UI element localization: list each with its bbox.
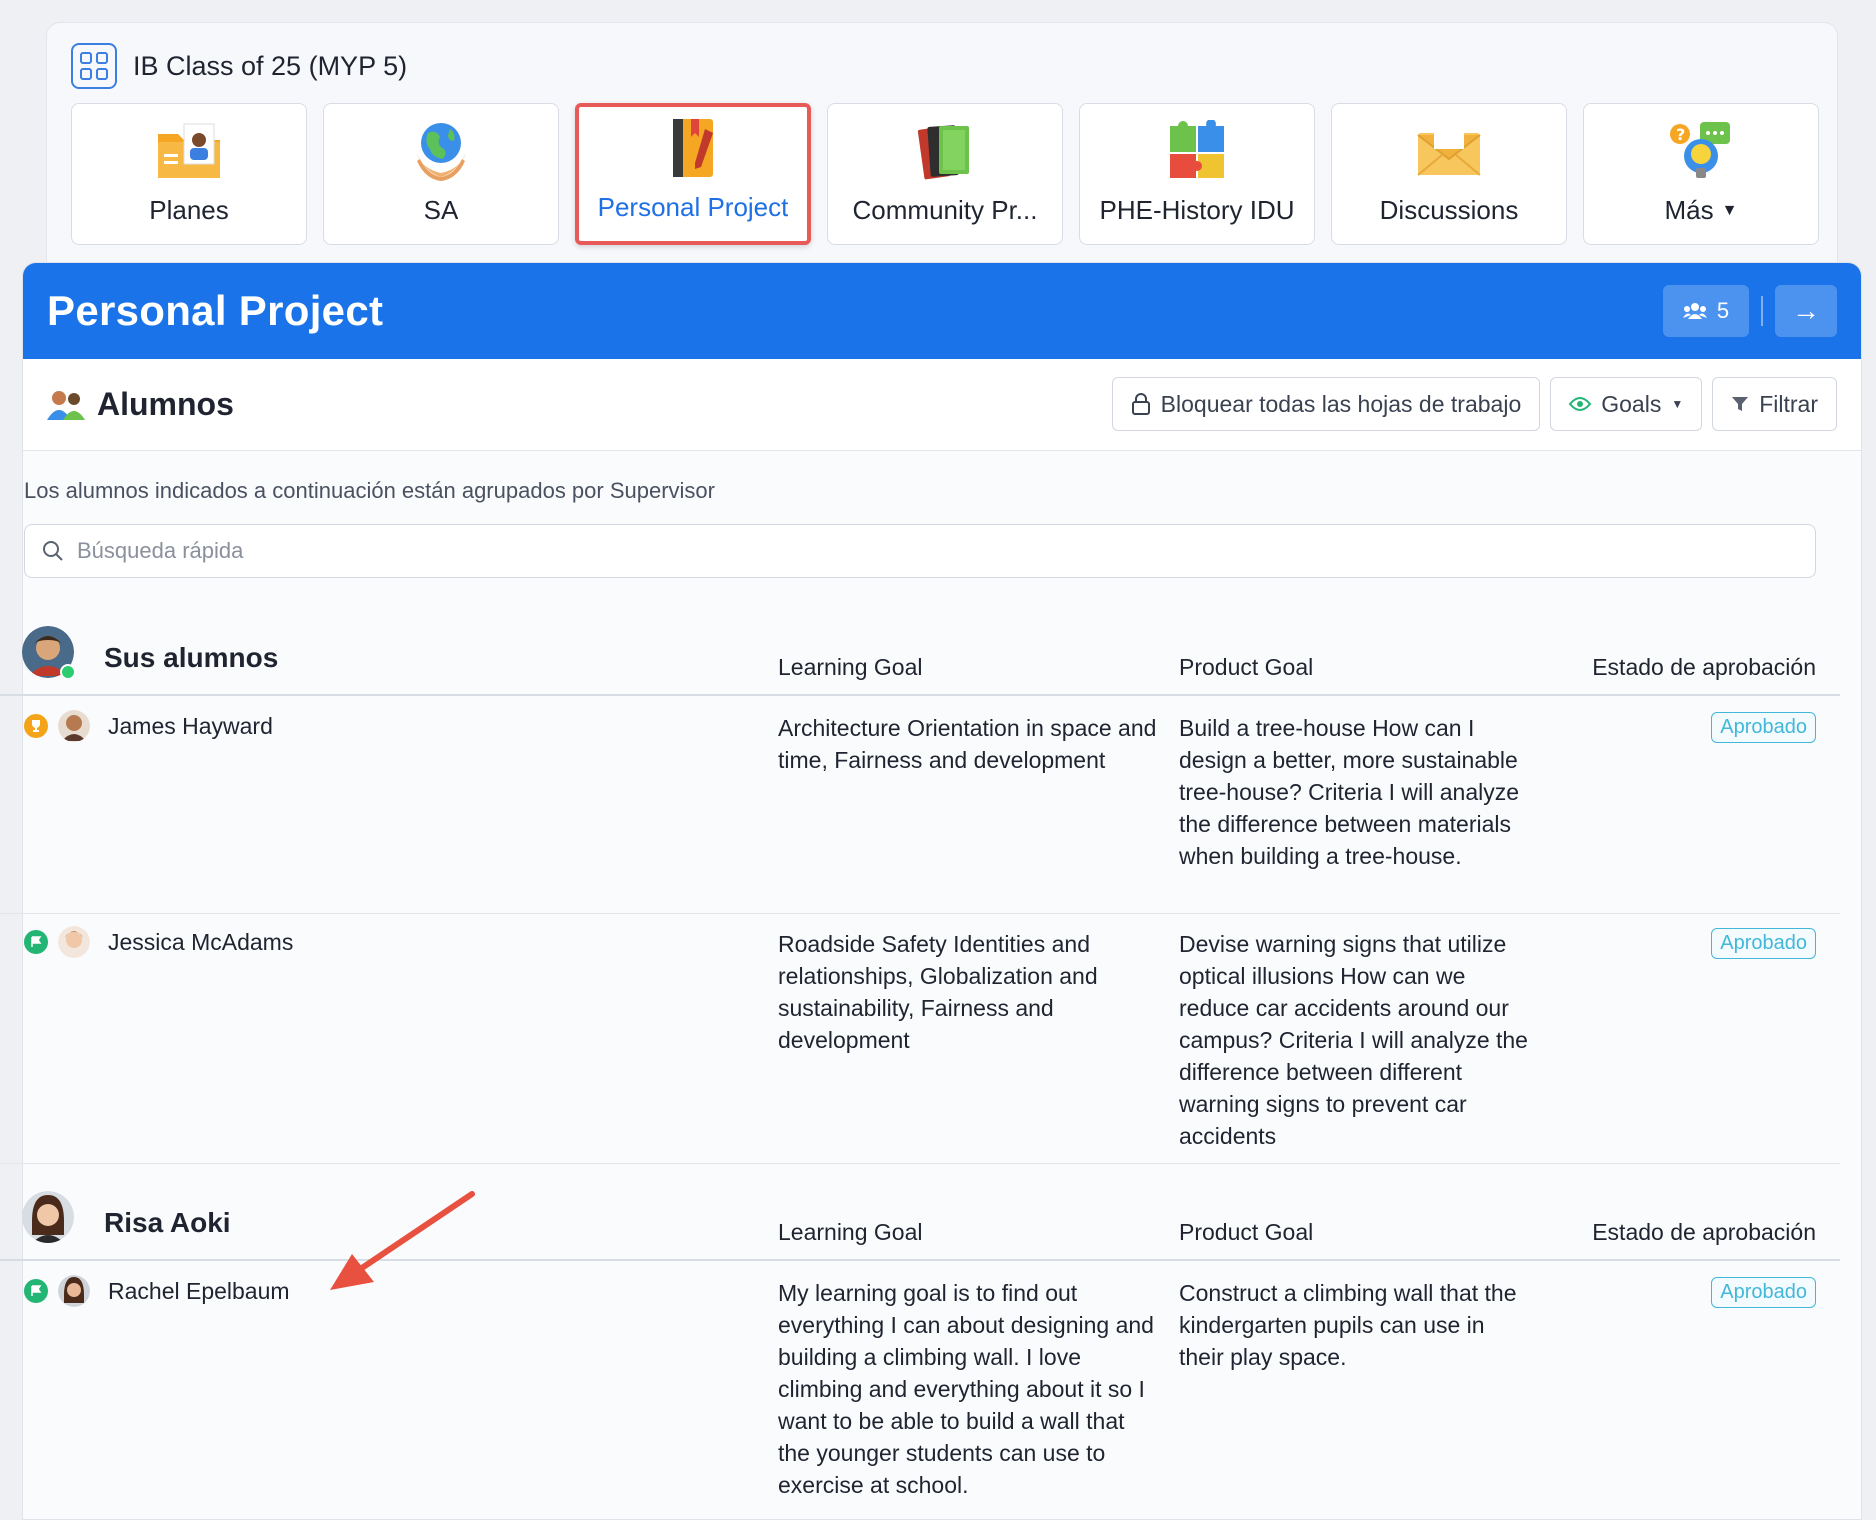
avatar [58, 710, 90, 742]
tab-more-label-wrap: Más ▼ [1665, 195, 1738, 226]
puzzle-icon [1162, 119, 1232, 183]
product-goal: Construct a climbing wall that the kinde… [1179, 1280, 1517, 1370]
grouping-description: Los alumnos indicados a continuación est… [24, 478, 715, 503]
banner-actions: 5 → [1663, 285, 1837, 337]
notebook-icon [658, 116, 728, 180]
annotation-arrow [330, 1191, 475, 1290]
learning-goal: Architecture Orientation in space and ti… [778, 715, 1157, 773]
next-button[interactable]: → [1775, 285, 1837, 337]
bulb-chat-icon: ? [1666, 119, 1736, 183]
class-title: IB Class of 25 (MYP 5) [133, 50, 408, 81]
arrow-right-icon: → [1792, 295, 1820, 326]
tab-planes[interactable]: Planes [71, 103, 307, 245]
tab-more[interactable]: ? Más ▼ [1583, 103, 1819, 245]
flag-icon [24, 930, 48, 954]
learning-goal: My learning goal is to find out everythi… [778, 1280, 1154, 1498]
quick-search[interactable] [24, 524, 1816, 578]
lock-all-label: Bloquear todas las hojas de trabajo [1160, 390, 1522, 417]
students-title: Alumnos [97, 386, 234, 422]
supervisor-group-header: Sus alumnos Learning Goal Product Goal E… [0, 618, 1840, 696]
envelope-icon [1414, 119, 1484, 183]
status-badge: Aprobado [1711, 928, 1816, 959]
tab-sa[interactable]: SA [323, 103, 559, 245]
folder-person-icon [154, 119, 224, 183]
tab-label: SA [423, 195, 459, 225]
avatar [58, 1275, 90, 1307]
product-goal: Devise warning signs that utilize optica… [1179, 931, 1528, 1149]
search-icon [43, 541, 63, 561]
status-badge: Aprobado [1711, 712, 1816, 743]
table-row[interactable]: Jessica McAdams Roadside Safety Identiti… [0, 914, 1840, 1164]
tab-phe-history-idu[interactable]: PHE-History IDU [1079, 103, 1315, 245]
group-name: Risa Aoki [104, 1207, 231, 1238]
books-icon [910, 119, 980, 183]
flag-icon [24, 1279, 48, 1303]
table-row[interactable]: Rachel Epelbaum My learning goal is to f… [0, 1263, 1840, 1520]
avatar [22, 1191, 74, 1243]
tab-discussions[interactable]: Discussions [1331, 103, 1567, 245]
lock-icon [1131, 393, 1150, 415]
globe-hands-icon [406, 119, 476, 183]
student-name[interactable]: Rachel Epelbaum [108, 1278, 290, 1305]
column-header-product-goal: Product Goal [1179, 654, 1314, 680]
tab-label: Personal Project [597, 192, 789, 222]
tab-label: PHE-History IDU [1099, 195, 1295, 225]
tab-personal-project[interactable]: Personal Project [575, 103, 811, 245]
project-banner: Personal Project 5 → [23, 263, 1861, 359]
class-tabs: Planes SA Personal Project Community Pr.… [71, 103, 1819, 245]
column-header-approval-status: Estado de aprobación [1592, 654, 1816, 680]
goals-label: Goals [1601, 390, 1662, 417]
product-goal: Build a tree-house How can I design a be… [1179, 715, 1520, 869]
filter-icon [1732, 397, 1749, 411]
filter-label: Filtrar [1759, 390, 1818, 417]
divider [1761, 296, 1763, 326]
learning-goal: Roadside Safety Identities and relations… [778, 931, 1098, 1053]
status-badge: Aprobado [1711, 1277, 1816, 1308]
tab-label: Más [1664, 195, 1714, 225]
student-name[interactable]: Jessica McAdams [108, 929, 293, 956]
members-button[interactable]: 5 [1663, 285, 1749, 337]
users-icon [1682, 303, 1707, 319]
group-name: Sus alumnos [104, 642, 279, 673]
members-count: 5 [1716, 298, 1730, 323]
table-row[interactable]: James Hayward Architecture Orientation i… [0, 698, 1840, 914]
eye-icon [1569, 397, 1592, 411]
avatar [58, 926, 90, 958]
student-name[interactable]: James Hayward [108, 713, 273, 740]
column-header-learning-goal: Learning Goal [778, 654, 923, 680]
tab-community-project[interactable]: Community Pr... [827, 103, 1063, 245]
caret-down-icon: ▼ [1671, 397, 1684, 411]
column-header-product-goal: Product Goal [1179, 1219, 1314, 1245]
class-header: IB Class of 25 (MYP 5) [71, 43, 407, 89]
students-icon [47, 390, 85, 420]
goals-dropdown[interactable]: Goals ▼ [1550, 377, 1703, 431]
supervisor-group-header: Risa Aoki Learning Goal Product Goal Est… [0, 1183, 1840, 1261]
caret-down-icon: ▼ [1721, 201, 1738, 219]
tab-label: Discussions [1379, 195, 1519, 225]
filter-button[interactable]: Filtrar [1712, 377, 1837, 431]
search-input[interactable] [77, 538, 1777, 564]
column-header-approval-status: Estado de aprobación [1592, 1219, 1816, 1245]
online-status-indicator [60, 664, 76, 680]
class-card: IB Class of 25 (MYP 5) Planes SA Persona… [46, 22, 1838, 284]
column-header-learning-goal: Learning Goal [778, 1219, 923, 1245]
tab-label: Community Pr... [852, 195, 1038, 225]
page-title: Personal Project [47, 287, 384, 334]
lock-all-worksheets-button[interactable]: Bloquear todas las hojas de trabajo [1111, 377, 1541, 431]
apps-grid-icon[interactable] [71, 43, 117, 89]
tool-buttons: Bloquear todas las hojas de trabajo Goal… [1111, 377, 1837, 431]
students-toolbar: Alumnos Bloquear todas las hojas de trab… [23, 359, 1861, 451]
svg-text:?: ? [1676, 125, 1685, 144]
tab-label: Planes [149, 195, 229, 225]
trophy-icon [24, 714, 48, 738]
